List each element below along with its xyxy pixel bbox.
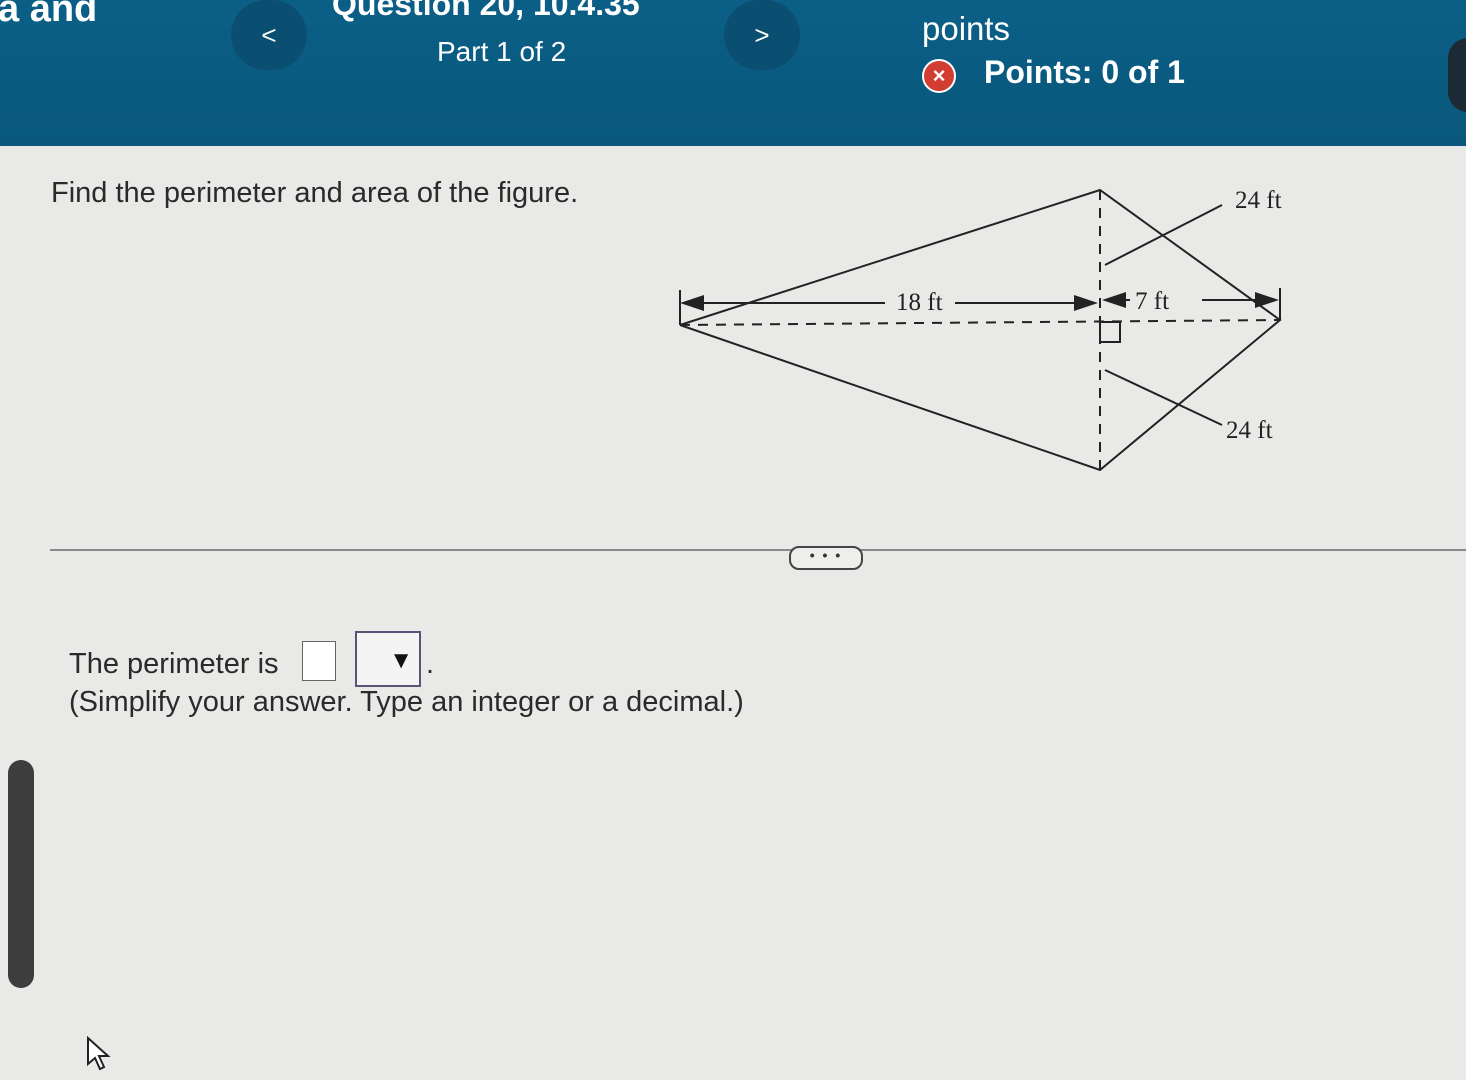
label-long-diagonal: 18 ft <box>896 289 943 316</box>
perimeter-input[interactable] <box>302 641 336 681</box>
horizontal-diagonal <box>679 319 1281 326</box>
scrollbar[interactable] <box>8 760 34 988</box>
previous-question-button[interactable]: < <box>231 0 307 70</box>
header-side-button[interactable] <box>1448 38 1466 112</box>
unit-dropdown[interactable]: ▼ <box>355 631 421 687</box>
question-header: a and < Question 20, 10.4.35 Part 1 of 2… <box>0 0 1466 146</box>
leader-line-top <box>1104 204 1223 266</box>
answer-period: . <box>426 648 435 680</box>
question-prompt: Find the perimeter and area of the figur… <box>51 177 579 209</box>
question-part: Part 1 of 2 <box>437 36 567 67</box>
right-angle-mark <box>1099 321 1121 343</box>
question-title: Question 20, 10.4.35 <box>332 0 640 22</box>
chevron-left-icon: < <box>261 19 277 50</box>
breadcrumb-fragment: a and <box>0 0 98 30</box>
chevron-right-icon: > <box>754 19 770 50</box>
points-score: Points: 0 of 1 <box>984 54 1185 90</box>
next-question-button[interactable]: > <box>724 0 800 70</box>
arrow-left-7 <box>1102 292 1126 308</box>
arrow-right-18 <box>1074 295 1098 311</box>
section-divider <box>50 549 1466 551</box>
more-options-button[interactable]: • • • <box>789 546 863 570</box>
arrow-left-18 <box>680 295 704 311</box>
label-short-diagonal: 7 ft <box>1135 288 1169 315</box>
points-label: points <box>922 10 1011 47</box>
kite-figure: 24 ft 18 ft 7 ft 24 ft <box>679 187 1282 472</box>
kite-outline <box>679 188 1282 472</box>
label-top-side: 24 ft <box>1235 187 1282 214</box>
answer-label: The perimeter is <box>69 648 279 680</box>
dropdown-arrow-icon: ▼ <box>389 647 413 674</box>
label-bottom-side: 24 ft <box>1226 417 1273 444</box>
arrow-right-7 <box>1255 292 1279 308</box>
mouse-cursor-icon <box>87 1036 111 1071</box>
x-circle-icon: × <box>922 59 956 93</box>
answer-instructions: (Simplify your answer. Type an integer o… <box>69 686 744 718</box>
